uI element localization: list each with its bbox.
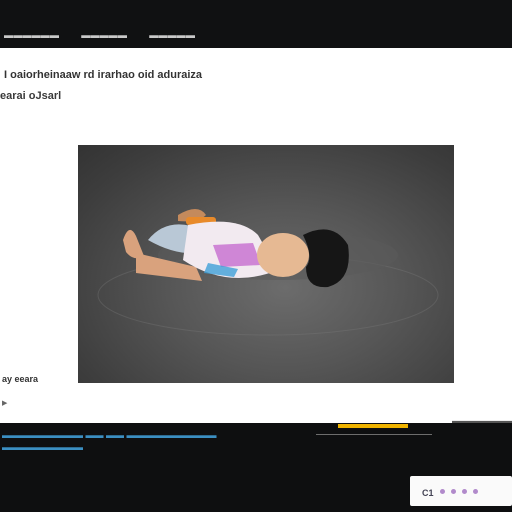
article-photo[interactable] [78, 145, 454, 383]
top-nav: ▬▬▬▬▬▬ ▬▬▬▬▬ ▬▬▬▬▬ [0, 30, 195, 46]
dot-icon [473, 489, 478, 494]
dot-icon [440, 489, 445, 494]
widget-dots [440, 489, 478, 494]
child-lying-image [97, 209, 439, 336]
photo-caption: ay eeara [2, 374, 39, 384]
caption-marker: ▶ [2, 400, 8, 407]
nav-item-2[interactable]: ▬▬▬▬▬ [81, 30, 127, 46]
progress-bar [316, 424, 432, 435]
footer-link-1[interactable]: ▬▬▬▬▬▬▬▬▬ ▬▬ ▬▬ ▬▬▬▬▬▬▬▬▬▬ [2, 430, 217, 440]
notification-widget[interactable]: C1 [410, 476, 512, 506]
dot-icon [462, 489, 467, 494]
article-headline: I oaiorheinaaw rd irarhao oid aduraiza [4, 69, 203, 81]
footer-link-2[interactable]: ▬▬▬▬▬▬▬▬▬ [2, 442, 83, 452]
progress-fill [338, 424, 408, 428]
nav-item-1[interactable]: ▬▬▬▬▬▬ [4, 30, 59, 46]
widget-label: C1 [422, 488, 434, 498]
progress-rule [316, 434, 432, 435]
top-bar: ▬▬▬▬▬▬ ▬▬▬▬▬ ▬▬▬▬▬ [0, 0, 512, 48]
nav-item-3[interactable]: ▬▬▬▬▬ [149, 30, 195, 46]
article-subline: earai oJsarl [0, 90, 62, 102]
dot-icon [451, 489, 456, 494]
